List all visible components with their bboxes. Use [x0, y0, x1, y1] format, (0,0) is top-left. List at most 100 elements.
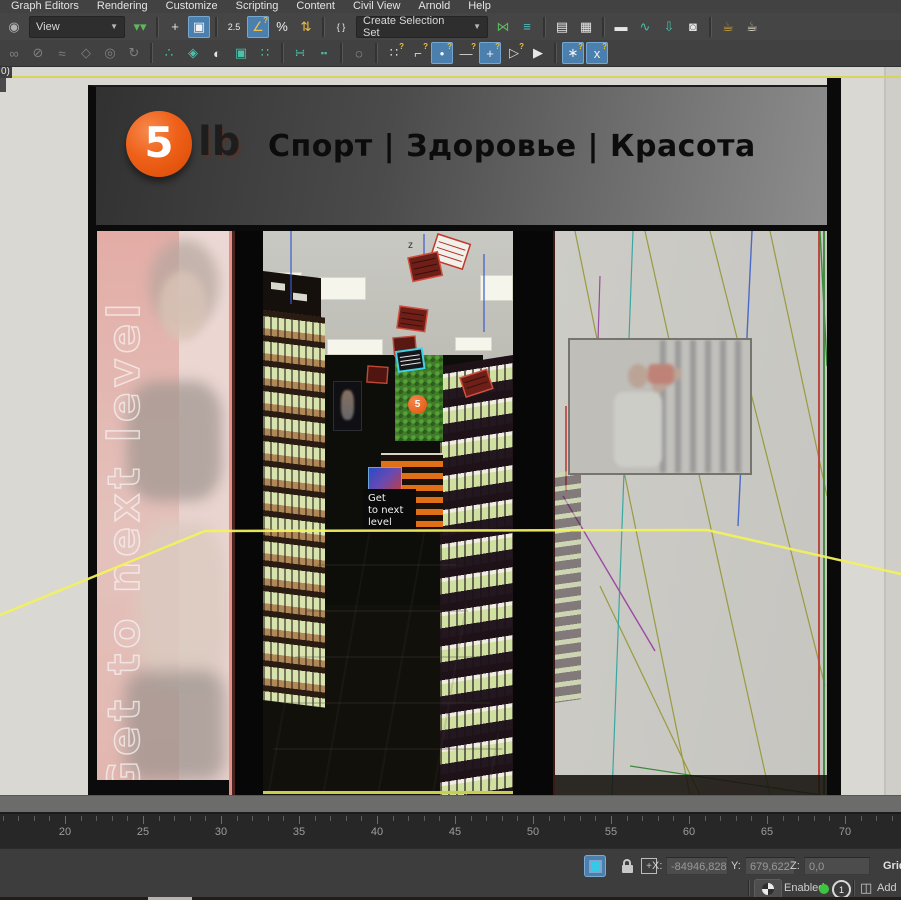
keyboard-override-icon[interactable]: ▣: [188, 16, 210, 38]
menu-rendering[interactable]: Rendering: [88, 0, 157, 13]
menu-civil-view[interactable]: Civil View: [344, 0, 409, 13]
snaps-toggle-icon[interactable]: 2.5: [223, 16, 245, 38]
center-tool-icon[interactable]: ◎: [99, 42, 121, 64]
glass-bottom-frame: [555, 775, 827, 795]
security-status-dot: [819, 884, 829, 894]
snap-to-selection-icon[interactable]: ▣: [230, 42, 252, 64]
snap-point-override-icon[interactable]: •?: [431, 42, 453, 64]
percent-snap-icon[interactable]: %: [271, 16, 293, 38]
right-glass-panel: [555, 231, 827, 795]
x-coordinate-label: X:: [652, 860, 662, 872]
x-coordinate-field[interactable]: -84946,828: [666, 857, 728, 875]
snap-to-sphere-icon[interactable]: ◐: [206, 42, 228, 64]
glass-frame-edge: [823, 231, 825, 795]
use-pivot-center-icon[interactable]: ▾▾: [129, 16, 151, 38]
ceiling-light: [480, 275, 513, 301]
track-bar[interactable]: 2025303540455055606570: [0, 812, 901, 850]
scene-explorer-icon[interactable]: ▤: [551, 16, 573, 38]
ruler-tick: [3, 816, 4, 821]
toolbar-separator: [281, 43, 284, 63]
ruler-tick: [393, 816, 394, 821]
grid-points-icon[interactable]: ∺: [289, 42, 311, 64]
grid-size-label: Grid: [883, 860, 901, 872]
snap-midpoint-override-icon[interactable]: +?: [479, 42, 501, 64]
interior-sign-line: level: [368, 517, 416, 529]
select-and-place-icon[interactable]: ◉: [3, 16, 25, 38]
entry-column-left: [232, 231, 263, 795]
select-and-manipulate-icon[interactable]: +: [164, 16, 186, 38]
menu-help[interactable]: Help: [459, 0, 500, 13]
ruler-tick: [689, 816, 690, 824]
menu-arnold[interactable]: Arnold: [409, 0, 459, 13]
snap-face-override-icon[interactable]: ▶: [527, 42, 549, 64]
toolbar-separator: [554, 43, 557, 63]
mirror-icon[interactable]: ⋈: [492, 16, 514, 38]
isolate-selection-icon[interactable]: [584, 855, 606, 877]
ceiling-light: [327, 339, 383, 355]
ruler-tick: [330, 816, 331, 821]
spinner-snap-icon[interactable]: ⇅: [295, 16, 317, 38]
scene-security-icon[interactable]: [754, 879, 782, 899]
render-setup-icon[interactable]: ☕: [717, 16, 739, 38]
ruler-frame-label: 35: [293, 826, 305, 838]
reference-coordinate-dropdown[interactable]: View ▼: [29, 16, 125, 38]
rendered-frame-window-icon[interactable]: ☕: [741, 16, 763, 38]
z-coordinate-field[interactable]: 0,0: [804, 857, 870, 875]
add-time-tag-label[interactable]: Add: [877, 882, 897, 894]
snap-clear-override-icon[interactable]: x?: [586, 42, 608, 64]
snap-edge-override-icon[interactable]: —?: [455, 42, 477, 64]
menu-content[interactable]: Content: [287, 0, 344, 13]
ruler-frame-label: 30: [215, 826, 227, 838]
ruler-tick: [252, 816, 253, 821]
snap-to-bounding-box-icon[interactable]: ◈: [182, 42, 204, 64]
snap-grid-override-icon[interactable]: ∷?: [383, 42, 405, 64]
snap-normal-override-icon[interactable]: ▷?: [503, 42, 525, 64]
bind-to-space-warp-icon[interactable]: ≈: [51, 42, 73, 64]
ruler-tick: [49, 816, 50, 821]
soft-selection-icon[interactable]: ◌: [348, 42, 370, 64]
select-and-link-icon[interactable]: ∞: [3, 42, 25, 64]
ruler-tick: [892, 816, 893, 821]
snap-all-override-icon[interactable]: ∗?: [562, 42, 584, 64]
threshold-spline: [263, 791, 513, 794]
ruler-tick: [595, 816, 596, 821]
ruler-tick: [299, 816, 300, 824]
snap-to-points-icon[interactable]: ∷: [254, 42, 276, 64]
ruler-tick: [159, 816, 160, 821]
perspective-viewport[interactable]: 0) 5 lb Спорт | Здоровье | Красота Get t…: [0, 66, 901, 812]
unlink-selection-icon[interactable]: ⊘: [27, 42, 49, 64]
selection-lock-icon[interactable]: [616, 855, 638, 877]
ruler-tick: [549, 816, 550, 821]
curve-editor-icon[interactable]: ∿: [634, 16, 656, 38]
side-poster: Get to next level: [88, 231, 232, 795]
menu-customize[interactable]: Customize: [157, 0, 227, 13]
ruler-tick: [767, 816, 768, 824]
menu-scripting[interactable]: Scripting: [227, 0, 288, 13]
poster-frame: [97, 780, 229, 795]
y-coordinate-field[interactable]: 679,622: [745, 857, 795, 875]
material-editor-icon[interactable]: ◙: [682, 16, 704, 38]
loop-tool-icon[interactable]: ↻: [123, 42, 145, 64]
layer-explorer-icon[interactable]: ▦: [575, 16, 597, 38]
align-icon[interactable]: ≡: [516, 16, 538, 38]
menu-graph-editors[interactable]: Graph Editors: [2, 0, 88, 13]
snap-angle-override-icon[interactable]: ⌐?: [407, 42, 429, 64]
ruler-tick: [471, 816, 472, 821]
angle-snap-icon[interactable]: ∠?: [247, 16, 269, 38]
pivot-tool-icon[interactable]: ◇: [75, 42, 97, 64]
poster-slogan: Get to next level: [99, 231, 150, 795]
interior-sign-line: Get: [368, 493, 416, 505]
sidewalk: [0, 795, 901, 812]
edit-named-selection-sets-icon[interactable]: { }: [330, 16, 352, 38]
snap-to-pivot-icon[interactable]: ∴: [158, 42, 180, 64]
interior-sign-line: to next: [368, 505, 416, 517]
ruler-frame-label: 55: [605, 826, 617, 838]
named-selection-set-dropdown[interactable]: Create Selection Set ▼: [356, 16, 488, 38]
moss-wall-logo: 5: [408, 395, 427, 414]
ribbon-toggle-icon[interactable]: ▬: [610, 16, 632, 38]
grid-pills-icon[interactable]: ▪▪: [313, 42, 335, 64]
ruler-frame-label: 20: [59, 826, 71, 838]
schematic-view-icon[interactable]: ⇩: [658, 16, 680, 38]
menu-bar: Graph EditorsRenderingCustomizeScripting…: [0, 0, 901, 13]
ruler-frame-label: 45: [449, 826, 461, 838]
